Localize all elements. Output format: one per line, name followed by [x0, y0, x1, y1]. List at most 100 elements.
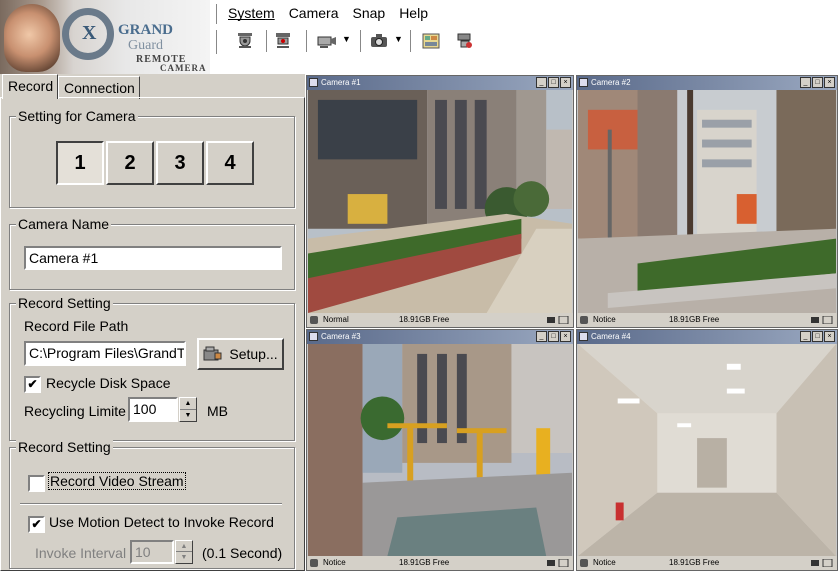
camera-free-space: 18.91GB Free [399, 315, 450, 324]
camera-dropdown-arrow-icon[interactable]: ▼ [342, 34, 351, 44]
maximize-icon[interactable]: □ [812, 331, 823, 342]
motion-detect-checkbox[interactable]: ✔ [28, 516, 45, 533]
camera-title-bar[interactable]: Camera #3 _ □ × [307, 330, 573, 344]
motion-detect-label: Use Motion Detect to Invoke Record [49, 514, 274, 530]
maximize-icon[interactable]: □ [548, 77, 559, 88]
record-setting-2-label: Record Setting [16, 439, 113, 455]
camera-window-1[interactable]: Camera #1 _ □ × Normal 18.91GB Free [306, 75, 574, 328]
camera-feed [308, 90, 572, 313]
record-video-stream-label: Record Video Stream [48, 472, 186, 490]
camera-dome-alt-icon[interactable] [270, 28, 296, 54]
camera-title: Camera #1 [321, 78, 361, 87]
toolbar: ▼ ▼ [218, 28, 538, 56]
maximize-icon[interactable]: □ [812, 77, 823, 88]
menu-help[interactable]: Help [399, 5, 428, 21]
menu-separator [216, 4, 218, 24]
snapshot-record-icons[interactable] [547, 316, 569, 324]
spin-down-icon[interactable]: ▼ [176, 552, 192, 563]
recycle-label: Recycle Disk Space [46, 375, 171, 391]
snapshot-record-icons[interactable] [547, 559, 569, 567]
setting-for-camera-label: Setting for Camera [16, 108, 138, 124]
settings-panel-icon[interactable] [418, 28, 444, 54]
recycling-limit-spinner[interactable]: ▲ ▼ [179, 397, 197, 422]
minimize-icon[interactable]: _ [536, 77, 547, 88]
camera-title-bar[interactable]: Camera #2 _ □ × [577, 76, 837, 90]
recycling-limit-label: Recycling Limite [24, 403, 126, 419]
spin-down-icon[interactable]: ▼ [180, 410, 196, 422]
menu-system[interactable]: System [228, 5, 275, 21]
close-icon[interactable]: × [560, 331, 571, 342]
invoke-interval-unit: (0.1 Second) [202, 545, 283, 561]
camera-title: Camera #4 [591, 332, 631, 341]
camera-name-label: Camera Name [16, 216, 112, 232]
spin-up-icon[interactable]: ▲ [176, 541, 192, 552]
camera-config-icon[interactable] [452, 28, 478, 54]
tab-connection[interactable]: Connection [58, 76, 140, 99]
record-setting-2-group: Record Setting Record Video Stream ✔ Use… [9, 439, 295, 569]
camera-record-icon[interactable] [314, 28, 340, 54]
camera-free-space: 18.91GB Free [669, 558, 720, 567]
tab-record[interactable]: Record [2, 74, 58, 99]
setup-icon [203, 346, 222, 361]
logo-text-camera: CAMERA [160, 63, 207, 73]
snapshot-icon[interactable] [366, 28, 392, 54]
spin-up-icon[interactable]: ▲ [180, 398, 196, 410]
recycling-limit-input[interactable]: 100 [128, 397, 178, 422]
camera-title-bar[interactable]: Camera #1 _ □ × [307, 76, 573, 90]
toolbar-separator [360, 30, 362, 52]
camera-1-button[interactable]: 1 [56, 141, 104, 185]
camera-title: Camera #3 [321, 332, 361, 341]
camera-dome-icon[interactable] [232, 28, 258, 54]
camera-window-4[interactable]: Camera #4 _ □ × Notice 18.91GB Free [576, 329, 838, 571]
divider [20, 503, 282, 505]
maximize-icon[interactable]: □ [548, 331, 559, 342]
tab-bar: Record Connection [0, 74, 305, 99]
menu-camera[interactable]: Camera [289, 5, 339, 21]
camera-window-icon [579, 78, 588, 87]
invoke-interval-input[interactable]: 10 [130, 540, 174, 564]
camera-status-bar: Notice 18.91GB Free [577, 556, 837, 570]
camera-status-bar: Notice 18.91GB Free [577, 313, 837, 327]
record-setting-group: Record Setting Record File Path C:\Progr… [9, 295, 295, 441]
recycle-checkbox[interactable]: ✔ [24, 376, 41, 393]
camera-window-2[interactable]: Camera #2 _ □ × Notice 18.91GB Free [576, 75, 838, 328]
record-file-path-label: Record File Path [24, 318, 129, 334]
camera-window-icon [309, 78, 318, 87]
camera-title-bar[interactable]: Camera #4 _ □ × [577, 330, 837, 344]
camera-free-space: 18.91GB Free [399, 558, 450, 567]
minimize-icon[interactable]: _ [800, 331, 811, 342]
menu-snap[interactable]: Snap [352, 5, 385, 21]
minimize-icon[interactable]: _ [800, 77, 811, 88]
toolbar-separator [306, 30, 308, 52]
camera-4-button[interactable]: 4 [206, 141, 254, 185]
camera-free-space: 18.91GB Free [669, 315, 720, 324]
logo-text-guard: Guard [128, 38, 163, 53]
camera-name-input[interactable]: Camera #1 [24, 246, 282, 270]
setup-label: Setup... [229, 346, 278, 362]
status-icon [310, 316, 318, 324]
close-icon[interactable]: × [824, 77, 835, 88]
toolbar-separator [410, 30, 412, 52]
close-icon[interactable]: × [560, 77, 571, 88]
status-icon [580, 316, 588, 324]
toolbar-separator [266, 30, 268, 52]
logo-text-grand: GRAND [118, 22, 173, 38]
minimize-icon[interactable]: _ [536, 331, 547, 342]
snapshot-record-icons[interactable] [811, 316, 833, 324]
status-icon [310, 559, 318, 567]
camera-3-button[interactable]: 3 [156, 141, 204, 185]
snapshot-dropdown-arrow-icon[interactable]: ▼ [394, 34, 403, 44]
snapshot-record-icons[interactable] [811, 559, 833, 567]
close-icon[interactable]: × [824, 331, 835, 342]
camera-window-3[interactable]: Camera #3 _ □ × Notice 18.91GB Free [306, 329, 574, 571]
setting-for-camera-group: Setting for Camera 1 2 3 4 [9, 108, 295, 208]
record-file-path-input[interactable]: C:\Program Files\GrandTe [24, 341, 186, 366]
camera-window-icon [579, 332, 588, 341]
record-video-stream-checkbox[interactable] [28, 475, 45, 492]
camera-2-button[interactable]: 2 [106, 141, 154, 185]
setup-button[interactable]: Setup... [197, 338, 284, 370]
invoke-interval-spinner[interactable]: ▲ ▼ [175, 540, 193, 564]
logo-photo [4, 4, 60, 72]
camera-status: Notice [593, 558, 616, 567]
camera-window-icon [309, 332, 318, 341]
